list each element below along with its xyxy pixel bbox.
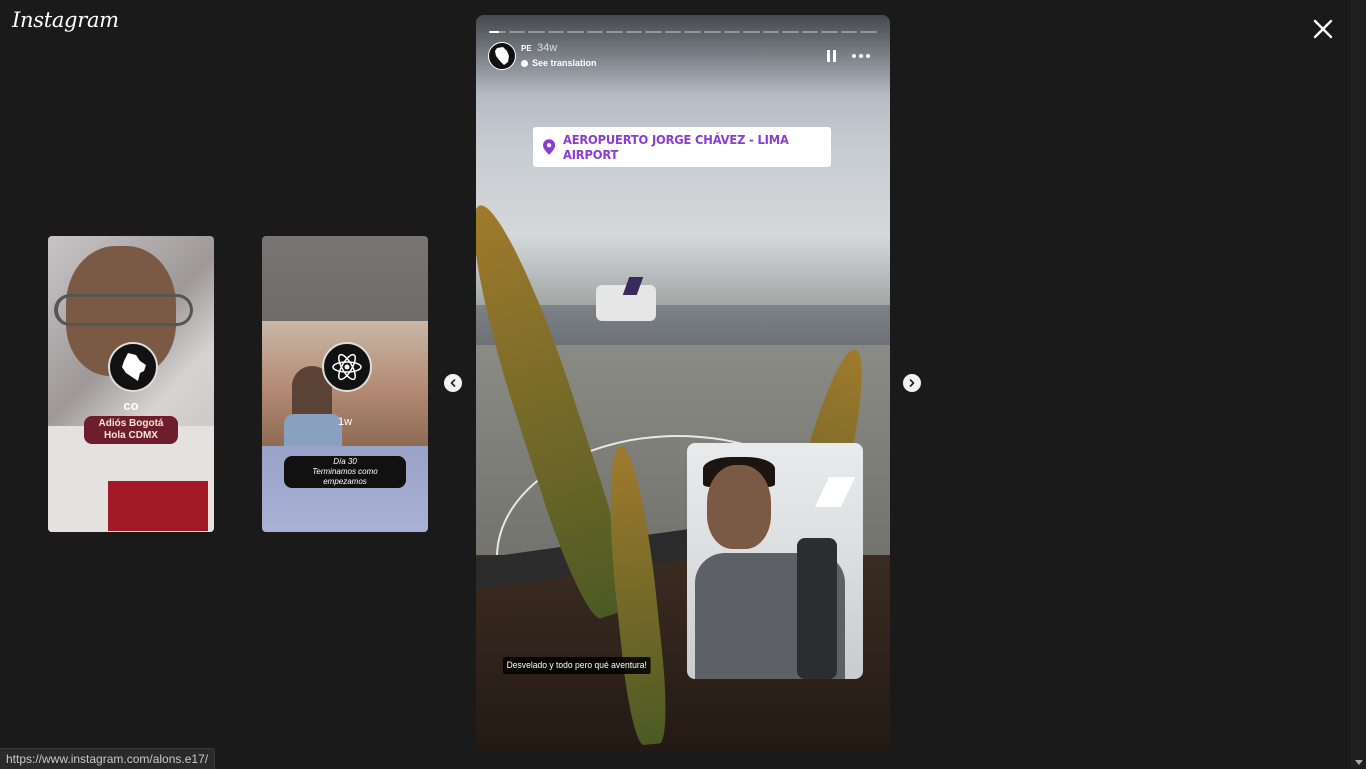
more-options-button[interactable] [852, 51, 872, 61]
chevron-right-icon [909, 379, 915, 387]
progress-segment [586, 31, 604, 33]
chevron-left-icon [450, 379, 456, 387]
progress-segment [625, 31, 643, 33]
story-avatar[interactable] [488, 42, 516, 70]
story-preview-2[interactable]: 1w Día 30 Terminamos como empezamos [262, 236, 428, 532]
progress-segment [508, 31, 526, 33]
progress-segment [743, 31, 760, 33]
story-caption: Desvelado y todo pero qué aventura! [503, 657, 651, 674]
progress-segment [821, 31, 838, 33]
location-sticker-label: AEROPUERTO JORGE CHÁVEZ - LIMA AIRPORT [563, 132, 789, 162]
see-translation-link[interactable]: See translation [521, 58, 597, 68]
more-dot-icon [852, 54, 856, 58]
progress-segment [860, 31, 877, 33]
atom-icon [332, 353, 362, 381]
story-time: 34w [537, 42, 558, 54]
caption-line-1: Día 30 [333, 457, 357, 466]
more-dot-icon [866, 54, 870, 58]
scroll-down-arrow-icon[interactable] [1355, 760, 1363, 765]
close-button[interactable] [1310, 16, 1336, 42]
progress-segment [547, 31, 565, 33]
story-username[interactable]: PE [521, 44, 532, 53]
preview-photo-stripe [108, 481, 208, 531]
inset-backpack-strap [797, 538, 837, 679]
progress-segment [645, 31, 662, 33]
location-sticker[interactable]: AEROPUERTO JORGE CHÁVEZ - LIMA AIRPORT [533, 127, 831, 167]
progress-segment [723, 31, 741, 33]
previous-story-button[interactable] [444, 374, 462, 392]
inset-ceiling-light [815, 477, 855, 507]
story-progress-bar [489, 31, 877, 33]
preview-avatar [322, 342, 372, 392]
pause-icon [827, 50, 830, 62]
location-pin-icon [543, 139, 556, 155]
preview-username: co [123, 398, 139, 413]
close-icon [1313, 19, 1333, 39]
colombia-map-icon [122, 353, 146, 381]
preview-sticker: Adiós Bogotá Hola CDMX [84, 416, 178, 444]
inset-face [707, 465, 771, 549]
preview-avatar [108, 342, 158, 392]
preview-photo-glasses [54, 294, 193, 326]
story-inset-selfie [687, 443, 863, 679]
progress-segment [704, 31, 721, 33]
instagram-logo[interactable]: Instagram [12, 8, 119, 32]
see-translation-label: See translation [532, 58, 597, 68]
peru-map-icon [495, 47, 509, 65]
progress-segment [684, 31, 702, 33]
sticker-line-2: Hola CDMX [104, 430, 158, 441]
pause-button[interactable] [826, 50, 838, 62]
story-viewer[interactable]: PE 34w See translation AEROPUERTO JORGE … [476, 15, 890, 751]
progress-segment [762, 31, 780, 33]
progress-segment [840, 31, 858, 33]
progress-segment [664, 31, 682, 33]
progress-segment [606, 31, 623, 33]
preview-caption: Día 30 Terminamos como empezamos [284, 456, 406, 488]
story-preview-1[interactable]: co 6d Adiós Bogotá Hola CDMX [48, 236, 214, 532]
preview-time: 1w [337, 416, 353, 428]
progress-segment [782, 31, 799, 33]
pause-icon [833, 50, 836, 62]
progress-segment [801, 31, 819, 33]
progress-segment [567, 31, 584, 33]
progress-segment [489, 31, 506, 33]
translation-icon [521, 59, 528, 67]
status-bar-url: https://www.instagram.com/alons.e17/ [0, 748, 216, 769]
page-scrollbar[interactable] [1351, 0, 1366, 768]
sticker-line-1: Adiós Bogotá [98, 418, 164, 429]
caption-line-2: Terminamos como empezamos [312, 467, 378, 486]
next-story-button[interactable] [903, 374, 921, 392]
more-dot-icon [859, 54, 863, 58]
progress-segment [528, 31, 545, 33]
story-header: PE 34w See translation [488, 42, 878, 70]
